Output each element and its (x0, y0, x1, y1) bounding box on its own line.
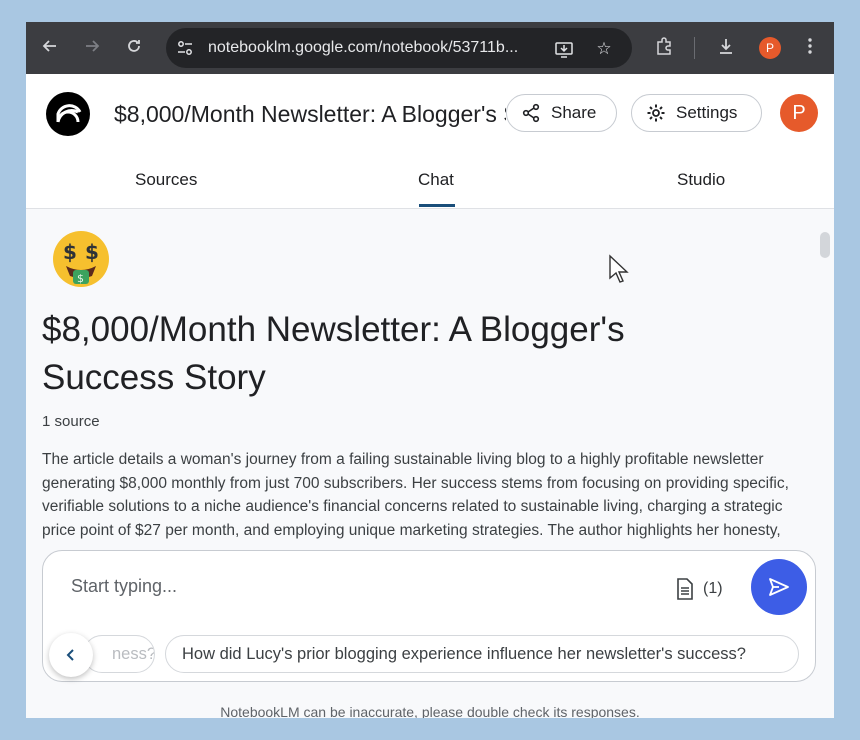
browser-window: notebooklm.google.com/notebook/53711b...… (26, 22, 834, 718)
tab-sources[interactable]: Sources (135, 170, 197, 190)
browser-toolbar: notebooklm.google.com/notebook/53711b...… (26, 22, 834, 74)
active-tab-indicator (419, 204, 455, 207)
document-icon (677, 578, 693, 600)
notebooklm-logo[interactable] (46, 92, 90, 136)
back-arrow-icon[interactable] (38, 36, 62, 60)
account-avatar[interactable]: P (780, 94, 818, 132)
share-button[interactable]: Share (506, 94, 617, 132)
notebook-title[interactable]: $8,000/Month Newsletter: A Blogger's Suc… (114, 101, 506, 128)
tab-studio[interactable]: Studio (677, 170, 725, 190)
suggestion-chip[interactable]: ness? (83, 635, 155, 673)
bookmark-star-icon[interactable]: ☆ (594, 39, 614, 59)
scroll-left-button[interactable] (49, 633, 93, 677)
panel-tabs: Sources Chat Studio (26, 158, 834, 209)
svg-text:$: $ (63, 240, 77, 264)
site-info-icon[interactable] (176, 39, 194, 57)
toolbar-divider (694, 37, 695, 59)
source-count: 1 source (42, 413, 100, 430)
money-mouth-face-icon: $ $ $ (53, 231, 109, 287)
notebook-summary: The article details a woman's journey fr… (42, 451, 789, 539)
share-icon (522, 103, 540, 123)
settings-button[interactable]: Settings (631, 94, 762, 132)
download-icon[interactable] (714, 36, 738, 60)
reload-icon[interactable] (122, 36, 146, 60)
app-header: $8,000/Month Newsletter: A Blogger's Suc… (26, 74, 834, 158)
send-icon (769, 578, 789, 596)
settings-label: Settings (676, 103, 738, 122)
chevron-left-icon (66, 649, 74, 661)
chat-composer: (1) ness? How did Lucy's prior blogging … (42, 550, 816, 682)
forward-arrow-icon[interactable] (80, 36, 104, 60)
chat-panel: $ $ $ $8,000/Month Newsletter: A Blogger… (26, 208, 834, 718)
source-badge: (1) (703, 580, 723, 597)
extensions-icon[interactable] (652, 36, 676, 60)
notebook-heading: $8,000/Month Newsletter: A Blogger's Suc… (42, 310, 625, 397)
tab-chat[interactable]: Chat (418, 170, 454, 190)
disclaimer-text: NotebookLM can be inaccurate, please dou… (220, 704, 640, 718)
suggestion-chip[interactable]: How did Lucy's prior blogging experience… (165, 635, 799, 673)
mouse-cursor-icon (609, 254, 629, 283)
svg-text:$: $ (77, 272, 84, 285)
menu-dots-icon[interactable] (798, 36, 822, 60)
selected-sources-indicator[interactable]: (1) (675, 577, 723, 601)
profile-avatar[interactable]: P (759, 37, 781, 59)
url-text[interactable]: notebooklm.google.com/notebook/53711b... (208, 39, 518, 57)
install-app-icon[interactable] (554, 39, 574, 59)
gear-icon (647, 104, 665, 122)
share-label: Share (551, 103, 597, 122)
chat-input[interactable] (69, 575, 633, 598)
scrollbar-thumb[interactable] (820, 232, 830, 258)
address-bar[interactable]: notebooklm.google.com/notebook/53711b...… (166, 28, 632, 68)
send-button[interactable] (751, 559, 807, 615)
svg-text:$: $ (85, 240, 99, 264)
